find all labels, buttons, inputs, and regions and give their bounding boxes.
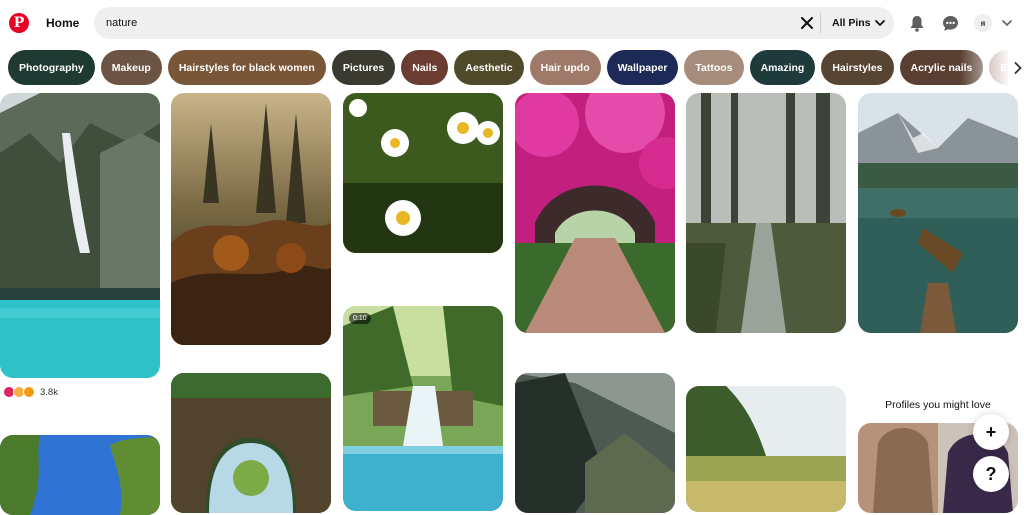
category-chip[interactable]: Acrylic nails [899,50,984,85]
pin-image-waterfall-lake[interactable] [0,93,160,378]
category-chip[interactable]: Amazing [749,50,816,85]
chevron-right-icon[interactable] [1011,60,1024,76]
pin-video-waterfall-lagoon[interactable]: 0:10 [343,306,503,511]
pin-image-misty-autumn-forest[interactable] [171,93,331,345]
pin-image-forest-stream[interactable] [686,93,846,333]
search-input[interactable] [106,15,706,31]
pin-image-lake-boat-mountains[interactable] [858,93,1018,333]
top-nav: P Home All Pins я [0,0,1024,46]
pin-image-meadow-field[interactable] [686,386,846,512]
pin-image-mountain-valley[interactable] [515,373,675,513]
reaction-count: 3.8k [40,386,58,398]
avatar[interactable]: я [974,14,992,32]
bell-icon[interactable] [905,11,929,35]
pin-image-blue-sky-trees[interactable] [0,435,160,515]
category-chips: Photography Makeup Hairstyles for black wo… [8,50,1008,86]
search-divider [820,13,821,33]
category-chip[interactable]: Nails [401,50,449,85]
category-chip[interactable]: Photography [8,50,95,85]
filter-dropdown[interactable]: All Pins [832,13,885,33]
pinterest-logo-icon[interactable]: P [9,13,29,33]
profiles-section-title: Profiles you might love [885,399,991,411]
category-chip[interactable]: Aesthetic [454,50,524,85]
category-chip[interactable]: Pictures [331,50,396,85]
category-chip[interactable]: Everyday makeup [989,50,1008,85]
category-chip[interactable]: Tattoos [684,50,744,85]
reaction-summary[interactable]: 3.8k [3,386,58,398]
pin-image-stone-arch-cave[interactable] [171,373,331,513]
chevron-down-icon [874,19,885,26]
filter-label: All Pins [832,17,871,29]
search-bar[interactable]: All Pins [94,7,894,39]
chevron-down-icon[interactable] [998,14,1016,32]
video-duration-badge: 0:10 [349,313,371,324]
category-chip[interactable]: Hair updo [529,50,601,85]
close-icon[interactable] [797,13,817,33]
category-chip[interactable]: Wallpaper [606,50,679,85]
pin-image-chamomile-flowers[interactable] [343,93,503,253]
add-button[interactable]: + [973,414,1009,450]
category-chip[interactable]: Makeup [100,50,162,85]
category-chip[interactable]: Hairstyles for black women [167,50,326,85]
category-chip[interactable]: Hairstyles [821,50,894,85]
pin-image-pink-flower-tunnel[interactable] [515,93,675,333]
home-button[interactable]: Home [36,8,89,38]
chat-icon[interactable] [938,11,962,35]
haha-reaction-icon [23,386,35,398]
help-button[interactable]: ? [973,456,1009,492]
